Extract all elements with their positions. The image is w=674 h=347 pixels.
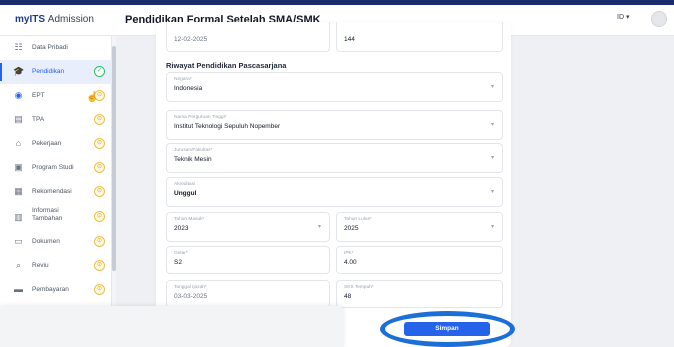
pending-icon: ⊙ bbox=[94, 211, 105, 222]
field-value: 4.00 bbox=[344, 259, 357, 266]
briefcase-icon: ⌂ bbox=[15, 138, 22, 148]
avatar[interactable] bbox=[651, 11, 667, 27]
top-strip bbox=[0, 0, 674, 5]
entry-year-select[interactable]: Tahun Masuk* 2023 ▾ bbox=[166, 212, 330, 242]
field-label: Gelar* bbox=[174, 251, 188, 256]
globe-icon: ◉ bbox=[14, 90, 23, 100]
pending-icon: ⊙ bbox=[94, 162, 105, 173]
field-value: Teknik Mesin bbox=[174, 156, 212, 163]
sidebar-item-label: Dokumen bbox=[32, 238, 60, 245]
sidebar-item-data-pribadi[interactable]: ☷ Data Pribadi bbox=[0, 36, 112, 60]
sidebar-item-reviu[interactable]: ⌕ Reviu ⊙ bbox=[0, 254, 112, 278]
hand-cursor-icon: ☝ bbox=[86, 92, 99, 103]
field-value: Indonesia bbox=[174, 85, 203, 92]
field-label: SKS Tempuh* bbox=[344, 285, 374, 290]
pending-icon: ⊙ bbox=[94, 114, 105, 125]
degree-field[interactable]: Gelar* S2 bbox=[166, 246, 330, 274]
pending-icon: ⊙ bbox=[94, 284, 105, 295]
field-value: Institut Teknologi Sepuluh Nopember bbox=[174, 123, 281, 130]
university-select[interactable]: Nama Perguruan Tinggi* Institut Teknolog… bbox=[166, 110, 503, 140]
field-label: Tahun Lulus* bbox=[344, 217, 372, 222]
list-icon: ☷ bbox=[14, 42, 23, 52]
sidebar-item-dokumen[interactable]: ▭ Dokumen ⊙ bbox=[0, 230, 112, 254]
sidebar-item-label: Program Studi bbox=[32, 164, 74, 171]
field-label: Jurusan/Fakultas* bbox=[174, 148, 213, 153]
sidebar-item-label: Reviu bbox=[32, 262, 49, 269]
faculty-select[interactable]: Jurusan/Fakultas* Teknik Mesin ▾ bbox=[166, 143, 503, 173]
sidebar: ☷ Data Pribadi 🎓 Pendidikan ✓ ◉ EPT ⊙ ▤ … bbox=[0, 36, 112, 347]
gpa-field[interactable]: IPK* 4.00 bbox=[336, 246, 503, 274]
field-value: 2025 bbox=[344, 225, 359, 232]
pending-icon: ⊙ bbox=[94, 260, 105, 271]
sidebar-item-tpa[interactable]: ▤ TPA ⊙ bbox=[0, 108, 112, 132]
previous-date-field[interactable]: 12-02-2025 bbox=[166, 22, 330, 52]
sidebar-item-label: TPA bbox=[32, 116, 45, 123]
pending-icon: ⊙ bbox=[94, 236, 105, 247]
chevron-down-icon: ▾ bbox=[317, 224, 321, 230]
field-label: Nama Perguruan Tinggi* bbox=[174, 115, 227, 120]
previous-number-field[interactable]: 144 bbox=[336, 22, 503, 52]
app-logo[interactable]: myITS Admission bbox=[15, 14, 94, 25]
accreditation-select[interactable]: Akreditasi Unggul ▾ bbox=[166, 177, 503, 207]
field-value: 48 bbox=[344, 293, 352, 300]
field-label: Akreditasi bbox=[174, 182, 196, 187]
logo-app: Admission bbox=[47, 14, 94, 25]
program-icon: ▣ bbox=[14, 162, 23, 172]
overlay-panel bbox=[0, 306, 344, 347]
pending-icon: ⊙ bbox=[94, 138, 105, 149]
country-select[interactable]: Negara* Indonesia ▾ bbox=[166, 72, 503, 102]
logo-brand: myITS bbox=[15, 14, 46, 25]
language-select[interactable]: ID ▾ bbox=[617, 13, 641, 27]
save-button[interactable]: Simpan bbox=[404, 322, 490, 336]
section-title: Riwayat Pendidikan Pascasarjana bbox=[166, 61, 287, 70]
check-circle-icon: ✓ bbox=[94, 66, 105, 77]
sidebar-item-label: Pendidikan bbox=[32, 68, 65, 75]
chevron-down-icon: ▾ bbox=[490, 155, 494, 161]
graduation-cap-icon: 🎓 bbox=[13, 66, 25, 76]
field-label: Negara* bbox=[174, 77, 192, 82]
chevron-down-icon: ▾ bbox=[490, 189, 494, 195]
magnifier-icon: ⌕ bbox=[15, 260, 22, 270]
sidebar-item-label: Rekomendasi bbox=[32, 188, 72, 195]
sidebar-item-pekerjaan[interactable]: ⌂ Pekerjaan ⊙ bbox=[0, 132, 112, 156]
sidebar-item-pembayaran[interactable]: ▬ Pembayaran ⊙ bbox=[0, 278, 112, 302]
diploma-date-field[interactable]: Tanggal Ijazah* 03-03-2025 bbox=[166, 280, 330, 308]
credits-field[interactable]: SKS Tempuh* 48 bbox=[336, 280, 503, 308]
sidebar-scrollbar[interactable] bbox=[112, 36, 116, 347]
field-value: 144 bbox=[344, 36, 355, 43]
sidebar-item-program-studi[interactable]: ▣ Program Studi ⊙ bbox=[0, 156, 112, 180]
chevron-down-icon: ▾ bbox=[490, 224, 494, 230]
sidebar-item-pendidikan[interactable]: 🎓 Pendidikan ✓ bbox=[0, 60, 112, 84]
sidebar-item-informasi-tambahan[interactable]: ▥ Informasi Tambahan ⊙ bbox=[0, 204, 112, 230]
active-indicator bbox=[0, 63, 2, 81]
pending-icon: ⊙ bbox=[94, 186, 105, 197]
folder-icon: ▭ bbox=[14, 236, 23, 246]
field-label: Tahun Masuk* bbox=[174, 217, 205, 222]
field-value: 12-02-2025 bbox=[174, 36, 208, 43]
field-label: Tanggal Ijazah* bbox=[174, 285, 207, 290]
field-value: Unggul bbox=[174, 190, 197, 197]
sidebar-item-label: EPT bbox=[32, 92, 45, 99]
sidebar-item-label: Pembayaran bbox=[32, 286, 69, 293]
chevron-down-icon: ▾ bbox=[490, 122, 494, 128]
sidebar-item-rekomendasi[interactable]: ▦ Rekomendasi ⊙ bbox=[0, 180, 112, 204]
field-value: S2 bbox=[174, 259, 182, 266]
info-doc-icon: ▥ bbox=[14, 212, 23, 222]
field-value: 03-03-2025 bbox=[174, 293, 208, 300]
sidebar-item-label: Informasi Tambahan bbox=[32, 207, 63, 222]
graduation-year-select[interactable]: Tahun Lulus* 2025 ▾ bbox=[336, 212, 503, 242]
recommendation-icon: ▦ bbox=[14, 186, 23, 196]
field-value: 2023 bbox=[174, 225, 189, 232]
document-icon: ▤ bbox=[14, 114, 23, 124]
chevron-down-icon: ▾ bbox=[490, 84, 494, 90]
field-label: IPK* bbox=[344, 251, 354, 256]
save-button-highlight: Simpan bbox=[380, 311, 515, 347]
sidebar-item-label: Data Pribadi bbox=[32, 44, 68, 51]
sidebar-item-label: Pekerjaan bbox=[32, 140, 62, 147]
scrollbar-thumb[interactable] bbox=[112, 46, 116, 271]
card-icon: ▬ bbox=[14, 284, 23, 294]
